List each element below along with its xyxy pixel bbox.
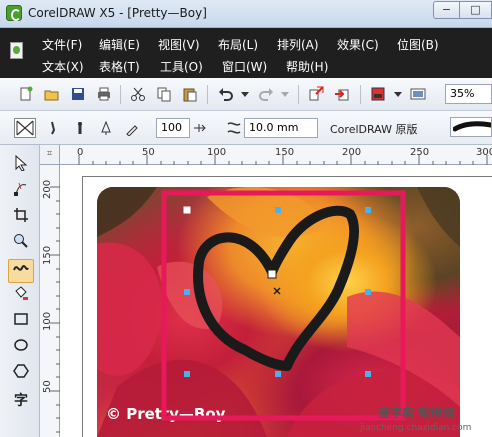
- undo-icon[interactable]: [218, 86, 234, 102]
- print-icon[interactable]: [96, 86, 112, 102]
- ruler-top-label: 50: [142, 147, 155, 158]
- save-icon[interactable]: [70, 86, 86, 102]
- vertical-ruler-ticks: [50, 186, 60, 433]
- smoothing-input[interactable]: 100: [156, 118, 190, 138]
- artistic-media-icon: [13, 265, 29, 271]
- ruler-top-label: 200: [342, 147, 362, 158]
- zoom-level-select[interactable]: 35%: [445, 84, 492, 104]
- ruler-top-label: 0: [77, 147, 84, 158]
- freehand-tool[interactable]: [8, 259, 34, 283]
- minimize-button[interactable]: −: [433, 1, 460, 19]
- menu-window[interactable]: 窗口(W): [222, 58, 267, 75]
- document-icon: [10, 42, 23, 59]
- menu-file[interactable]: 文件(F): [42, 36, 82, 53]
- crop-icon: [14, 208, 28, 222]
- undo-dropdown-icon[interactable]: [237, 86, 253, 102]
- magnifier-icon: [14, 234, 28, 248]
- menu-view[interactable]: 视图(V): [158, 36, 200, 53]
- ruler-left-label: 200: [42, 179, 53, 199]
- menu-tools[interactable]: 工具(O): [160, 58, 203, 75]
- toolbox: 字: [0, 145, 40, 437]
- zoom-tool[interactable]: [8, 233, 34, 257]
- launcher-icon[interactable]: [370, 86, 386, 102]
- calligraphic-mode-icon[interactable]: [98, 120, 114, 136]
- menu-effects[interactable]: 效果(C): [337, 36, 379, 53]
- window-title: CorelDRAW X5 - [Pretty—Boy]: [28, 6, 207, 20]
- ruler-top-label: 150: [275, 147, 295, 158]
- menu-help[interactable]: 帮助(H): [286, 58, 328, 75]
- ruler-top-label: 300: [476, 147, 492, 158]
- preset-mode-icon[interactable]: [14, 118, 36, 138]
- vertical-ruler[interactable]: 200 150 100 50: [40, 165, 60, 437]
- sprayer-mode-icon[interactable]: [72, 120, 88, 136]
- ellipse-icon: [14, 339, 28, 351]
- pressure-mode-icon[interactable]: [124, 120, 140, 136]
- horizontal-ruler[interactable]: 0 50 100 150 200 250 300: [40, 145, 492, 165]
- brush-mode-icon[interactable]: [46, 120, 62, 136]
- ruler-top-label: 100: [207, 147, 227, 158]
- title-bar: CorelDRAW X5 - [Pretty—Boy] − □: [0, 0, 492, 28]
- stroke-width-icon: [227, 122, 241, 134]
- rectangle-icon: [14, 313, 28, 325]
- ruler-origin-corner[interactable]: ⌗: [40, 145, 60, 165]
- preset-stroke-preview: [453, 121, 491, 132]
- ellipse-tool[interactable]: [8, 337, 34, 361]
- smoothing-slider-icon[interactable]: [192, 121, 206, 135]
- menu-bar: 文件(F) 编辑(E) 视图(V) 布局(L) 排列(A) 效果(C) 位图(B…: [0, 28, 492, 78]
- rectangle-tool[interactable]: [8, 311, 34, 335]
- menu-layout[interactable]: 布局(L): [218, 36, 258, 53]
- text-tool[interactable]: 字: [8, 389, 34, 413]
- site-url-watermark: jiaocheng.chazidian.com: [360, 423, 472, 433]
- redo-icon[interactable]: [258, 86, 274, 102]
- menu-edit[interactable]: 编辑(E): [99, 36, 140, 53]
- menu-bitmaps[interactable]: 位图(B): [397, 36, 439, 53]
- menu-table[interactable]: 表格(T): [99, 58, 140, 75]
- coreldraw-app-icon: [6, 5, 22, 21]
- fill-bucket-icon: [15, 286, 28, 300]
- text-tool-icon: 字: [14, 393, 28, 409]
- site-watermark: 查字典 教程网: [378, 406, 455, 420]
- redo-dropdown-icon[interactable]: [277, 86, 293, 102]
- fullscreen-icon[interactable]: [410, 86, 426, 102]
- import-icon[interactable]: [308, 86, 324, 102]
- photo-watermark: © Pretty—Boy: [106, 405, 226, 423]
- ruler-left-label: 50: [42, 380, 53, 393]
- polygon-icon: [13, 364, 29, 378]
- shape-tool[interactable]: [8, 181, 34, 205]
- preset-stroke-list[interactable]: [450, 117, 492, 137]
- ruler-left-label: 100: [42, 311, 53, 331]
- smart-fill-tool[interactable]: [8, 285, 34, 309]
- menu-arrange[interactable]: 排列(A): [277, 36, 319, 53]
- maximize-button[interactable]: □: [459, 1, 492, 19]
- paste-icon[interactable]: [182, 86, 198, 102]
- copy-icon[interactable]: [156, 86, 172, 102]
- open-icon[interactable]: [44, 86, 60, 102]
- preset-label: CorelDRAW 原版: [330, 123, 418, 136]
- ruler-left-label: 150: [42, 245, 53, 265]
- rose-photo[interactable]: [97, 187, 460, 437]
- pick-tool[interactable]: [8, 154, 34, 179]
- crop-tool[interactable]: [8, 207, 34, 231]
- shape-node-icon: [14, 182, 27, 196]
- rose-petals-art: [97, 187, 460, 437]
- pointer-arrow-icon: [15, 154, 28, 172]
- stroke-width-input[interactable]: 10.0 mm: [244, 118, 318, 138]
- export-icon[interactable]: [334, 86, 350, 102]
- polygon-tool[interactable]: [8, 363, 34, 387]
- ruler-top-label: 250: [410, 147, 430, 158]
- standard-toolbar: [0, 78, 492, 111]
- cut-icon[interactable]: [130, 86, 146, 102]
- launcher-dropdown-icon[interactable]: [390, 86, 406, 102]
- menu-text[interactable]: 文本(X): [42, 58, 84, 75]
- new-icon[interactable]: [18, 86, 34, 102]
